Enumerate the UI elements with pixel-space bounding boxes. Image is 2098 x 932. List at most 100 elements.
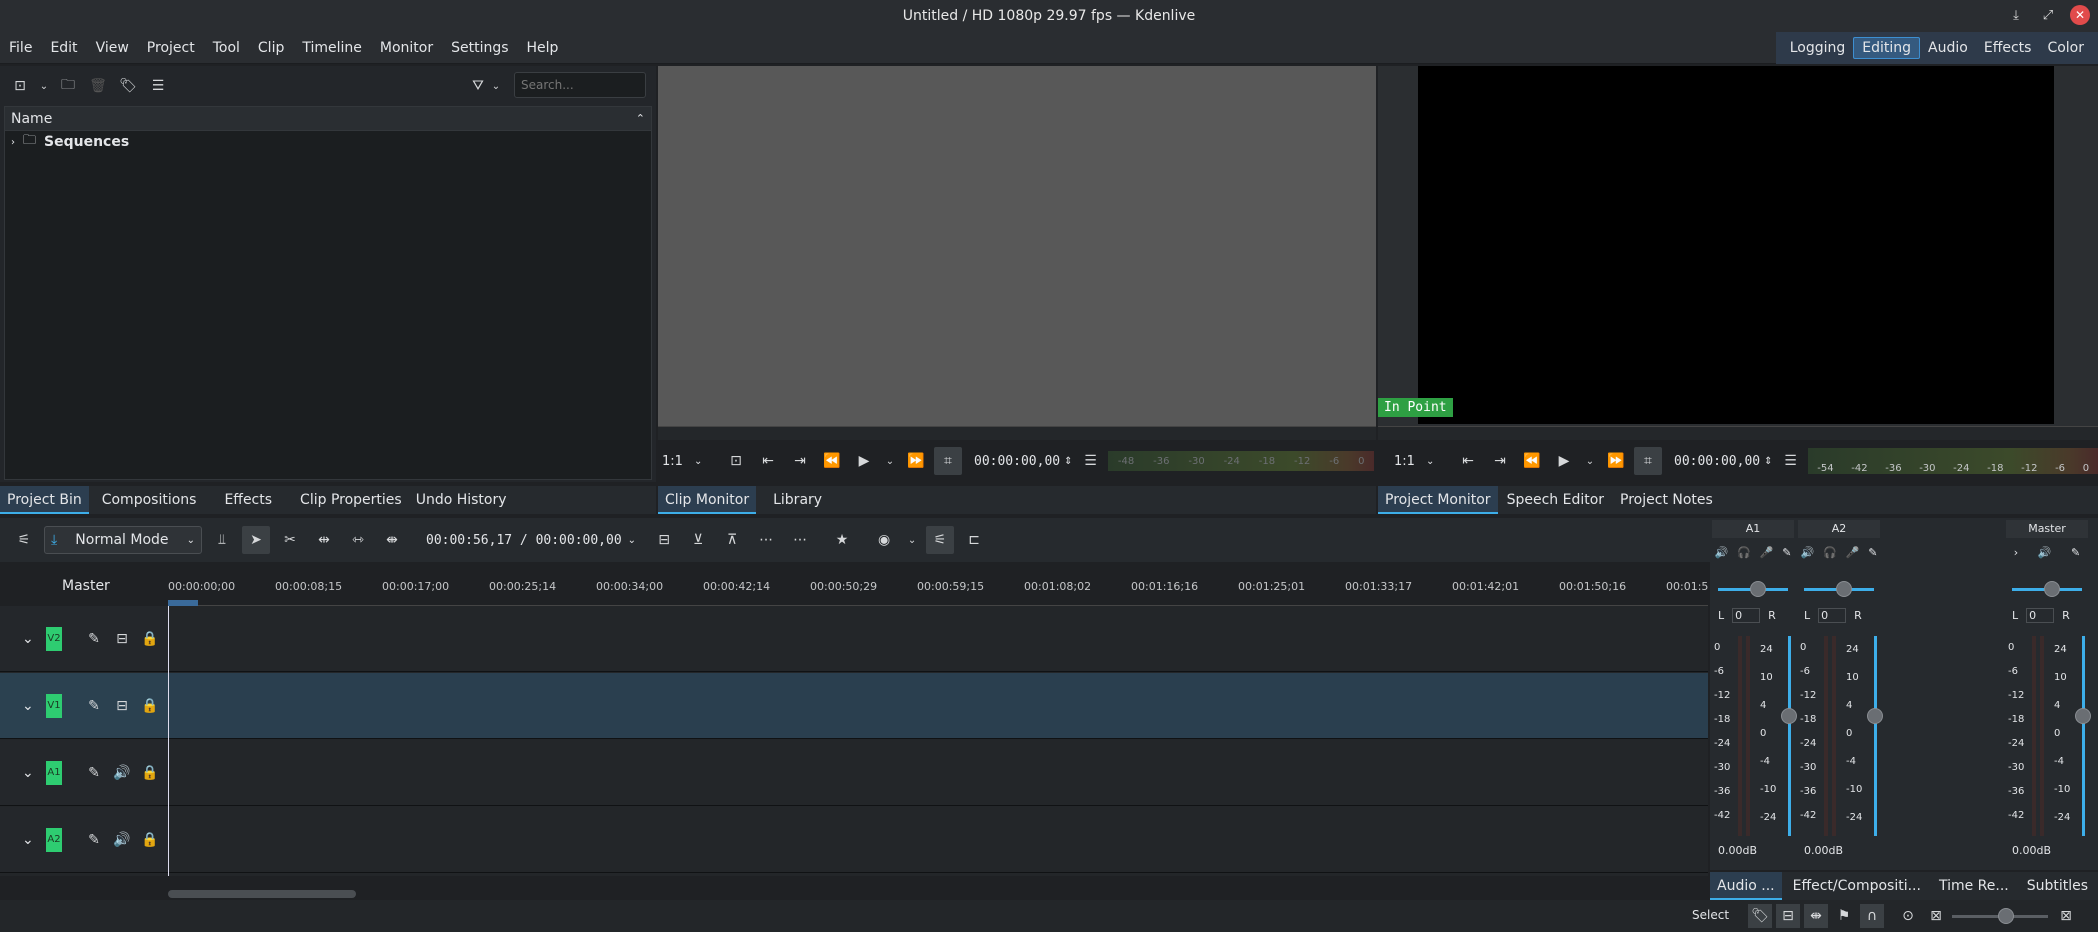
- tab-compositions[interactable]: Compositions: [95, 486, 204, 514]
- tag-icon[interactable]: 🏷: [114, 72, 142, 100]
- magnet-icon[interactable]: ∩: [1860, 904, 1884, 928]
- hide-video-icon[interactable]: ⊟: [108, 692, 136, 720]
- lift-icon[interactable]: ⋯: [752, 526, 780, 554]
- gain-value[interactable]: 0.00dB: [1804, 844, 1843, 857]
- chevron-down-icon[interactable]: ⌄: [36, 72, 52, 100]
- project-monitor-ruler[interactable]: [1378, 426, 2098, 440]
- tab-speech-editor[interactable]: Speech Editor: [1500, 486, 1611, 514]
- menu-icon[interactable]: ☰: [144, 72, 172, 100]
- zoom-label[interactable]: 1:1: [662, 454, 690, 469]
- effect-wand-icon[interactable]: ✎: [1868, 546, 1877, 559]
- fader-knob[interactable]: [2075, 708, 2091, 724]
- play-icon[interactable]: ▶: [1550, 447, 1578, 475]
- set-out-icon[interactable]: ⇥: [1486, 447, 1514, 475]
- tab-clip-properties[interactable]: Clip Properties: [293, 486, 409, 514]
- clip-monitor-ruler[interactable]: [658, 426, 1376, 440]
- zoom-chevron-icon[interactable]: ⌄: [1426, 456, 1450, 467]
- solo-headphones-icon[interactable]: 🎧: [1823, 546, 1837, 559]
- minimize-icon[interactable]: ⤓: [2006, 5, 2026, 25]
- menu-clip[interactable]: Clip: [249, 32, 293, 64]
- zoom-in-icon[interactable]: ⊠: [2054, 904, 2078, 928]
- mute-icon[interactable]: 🔊: [1800, 546, 1814, 559]
- gain-fader[interactable]: [2082, 636, 2085, 836]
- overwrite-icon[interactable]: ⊼: [718, 526, 746, 554]
- pan-knob[interactable]: [1750, 581, 1766, 597]
- list-item[interactable]: › 🗀 Sequences: [5, 131, 651, 153]
- track-name[interactable]: V1: [46, 693, 62, 718]
- crop-icon[interactable]: ⌗: [1634, 447, 1662, 475]
- tab-library[interactable]: Library: [766, 486, 829, 514]
- track-lane-a1[interactable]: [168, 740, 1708, 806]
- timeline-scrollbar[interactable]: [168, 890, 356, 898]
- gain-value[interactable]: 0.00dB: [2012, 844, 2051, 857]
- master-header[interactable]: Master: [0, 566, 168, 606]
- forward-icon[interactable]: ⏩: [902, 447, 930, 475]
- pan-knob[interactable]: [2044, 581, 2060, 597]
- zoom-chevron-icon[interactable]: ⌄: [694, 456, 718, 467]
- menu-settings[interactable]: Settings: [442, 32, 517, 64]
- track-lane-a2[interactable]: [168, 807, 1708, 873]
- preview-chevron-icon[interactable]: ⌄: [904, 526, 920, 554]
- pan-value[interactable]: 0: [1818, 608, 1847, 623]
- track-name[interactable]: V2: [46, 626, 62, 651]
- layout-logging[interactable]: Logging: [1782, 38, 1854, 58]
- add-clip-icon[interactable]: ⊡: [6, 72, 34, 100]
- collapse-icon[interactable]: ⌄: [22, 698, 34, 714]
- track-header-v2[interactable]: ⌄ V2 ✎ ⊟ 🔒: [0, 606, 168, 672]
- flag-icon[interactable]: ⚑: [1832, 904, 1856, 928]
- track-lane-v1[interactable]: [168, 673, 1708, 739]
- timecode-spin-icon[interactable]: ⇕: [1764, 456, 1772, 467]
- effect-wand-icon[interactable]: ✎: [2071, 546, 2080, 559]
- spacer-tool-icon[interactable]: ⫫: [208, 526, 236, 554]
- effect-wand-icon[interactable]: ✎: [80, 826, 108, 854]
- fader-knob[interactable]: [1781, 708, 1797, 724]
- tab-undo-history[interactable]: Undo History: [409, 486, 514, 514]
- mute-icon[interactable]: 🔊: [1714, 546, 1728, 559]
- effect-wand-icon[interactable]: ✎: [80, 625, 108, 653]
- transition-icon[interactable]: ⇼: [1804, 904, 1828, 928]
- zoom-label[interactable]: 1:1: [1394, 454, 1422, 469]
- monitor-menu-icon[interactable]: ☰: [1076, 447, 1104, 475]
- lock-icon[interactable]: 🔒: [136, 625, 164, 653]
- bin-search-input[interactable]: [514, 72, 646, 98]
- set-out-icon[interactable]: ⇥: [786, 447, 814, 475]
- menu-monitor[interactable]: Monitor: [371, 32, 442, 64]
- set-in-icon[interactable]: ⇤: [1454, 447, 1482, 475]
- tab-effects[interactable]: Effects: [217, 486, 279, 514]
- effect-wand-icon[interactable]: ✎: [80, 759, 108, 787]
- track-lane-v2[interactable]: [168, 606, 1708, 672]
- preview-render-icon[interactable]: ◉: [870, 526, 898, 554]
- favorite-star-icon[interactable]: ★: [828, 526, 856, 554]
- timeline-settings-icon[interactable]: ⚟: [10, 526, 38, 554]
- close-icon[interactable]: ✕: [2070, 5, 2090, 25]
- menu-edit[interactable]: Edit: [41, 32, 86, 64]
- menu-timeline[interactable]: Timeline: [293, 32, 371, 64]
- clip-timecode[interactable]: 00:00:00,00: [974, 454, 1060, 469]
- fader-knob[interactable]: [1867, 708, 1883, 724]
- add-folder-icon[interactable]: 🗀: [54, 72, 82, 100]
- playhead[interactable]: [168, 606, 169, 876]
- solo-headphones-icon[interactable]: 🎧: [1737, 546, 1751, 559]
- clip-monitor-display[interactable]: [658, 66, 1376, 426]
- ripple-tool-icon[interactable]: ⇿: [344, 526, 372, 554]
- name-column-header[interactable]: Name: [11, 111, 52, 127]
- track-header-v1[interactable]: ⌄ V1 ✎ ⊟ 🔒: [0, 673, 168, 739]
- film-icon[interactable]: ⊟: [1776, 904, 1800, 928]
- forward-icon[interactable]: ⏩: [1602, 447, 1630, 475]
- razor-tool-icon[interactable]: ✂: [276, 526, 304, 554]
- tab-time-remap[interactable]: Time Re...: [1932, 872, 2016, 900]
- pan-value[interactable]: 0: [1732, 608, 1761, 623]
- tab-project-bin[interactable]: Project Bin: [0, 486, 89, 514]
- timecode-spin-icon[interactable]: ⇕: [1064, 456, 1072, 467]
- position-chevron-icon[interactable]: ⌄: [628, 535, 636, 546]
- mode-select[interactable]: ⤓ Normal Mode ⌄: [44, 526, 202, 554]
- crop-icon[interactable]: ⌗: [934, 447, 962, 475]
- tab-project-monitor[interactable]: Project Monitor: [1378, 486, 1498, 514]
- maximize-icon[interactable]: ⤢: [2038, 5, 2058, 25]
- project-timecode[interactable]: 00:00:00,00: [1674, 454, 1760, 469]
- tab-audio-mixer[interactable]: Audio ...: [1710, 872, 1782, 900]
- mixer-toggle-icon[interactable]: ⚟: [926, 526, 955, 554]
- menu-file[interactable]: File: [0, 32, 41, 64]
- record-mic-icon[interactable]: 🎤: [1846, 546, 1860, 559]
- menu-view[interactable]: View: [87, 32, 138, 64]
